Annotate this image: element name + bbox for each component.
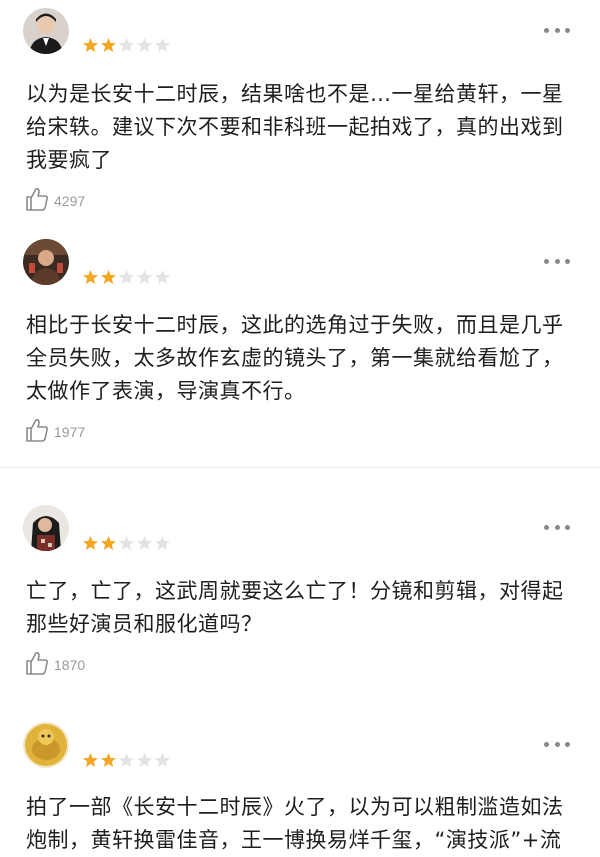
star-empty-icon [119,270,134,284]
avatar[interactable] [23,505,69,551]
star-empty-icon [119,38,134,52]
rating-stars [82,269,171,285]
thumbs-up-icon [25,650,49,680]
thumbs-up-icon [25,186,49,216]
review-text: 亡了，亡了，这武周就要这么亡了！分镜和剪辑，对得起那些好演员和服化道吗？ [26,579,564,636]
star-empty-icon [137,270,152,284]
review-item: 亡了，亡了，这武周就要这么亡了！分镜和剪辑，对得起那些好演员和服化道吗？ 187… [0,468,600,703]
star-empty-icon [155,270,170,284]
review-text: 拍了一部《长安十二时辰》火了，以为可以粗制滥造如法炮制，黄轩换雷佳音，王一博换易… [26,795,564,852]
thumbs-up-icon [25,417,49,447]
more-options-button[interactable] [544,257,570,265]
like-button[interactable]: 1977 [25,419,85,445]
star-empty-icon [137,38,152,52]
like-count: 1870 [54,657,86,673]
avatar[interactable] [23,722,69,768]
star-empty-icon [137,536,152,550]
rating-stars [82,535,171,551]
like-count: 4297 [54,193,86,209]
star-filled-icon [83,270,98,284]
star-filled-icon [83,753,98,767]
star-filled-icon [101,753,116,767]
review-item: 拍了一部《长安十二时辰》火了，以为可以粗制滥造如法炮制，黄轩换雷佳音，王一博换易… [0,703,600,852]
review-item: 以为是长安十二时辰，结果啥也不是…一星给黄轩，一星给宋轶。建议下次不要和非科班一… [0,0,600,235]
more-options-button[interactable] [544,523,570,531]
avatar[interactable] [23,239,69,285]
star-filled-icon [101,38,116,52]
star-empty-icon [119,536,134,550]
star-filled-icon [101,536,116,550]
review-text: 以为是长安十二时辰，结果啥也不是…一星给黄轩，一星给宋轶。建议下次不要和非科班一… [26,82,564,172]
like-button[interactable]: 1870 [25,652,85,678]
like-button[interactable]: 4297 [25,188,85,214]
avatar[interactable] [23,8,69,54]
like-count: 1977 [54,424,86,440]
rating-stars [82,752,171,768]
star-empty-icon [155,536,170,550]
review-item: 相比于长安十二时辰，这此的选角过于失败，而且是几乎全员失败，太多故作玄虚的镜头了… [0,235,600,467]
review-text: 相比于长安十二时辰，这此的选角过于失败，而且是几乎全员失败，太多故作玄虚的镜头了… [26,313,564,403]
star-filled-icon [101,270,116,284]
star-filled-icon [83,38,98,52]
star-empty-icon [119,753,134,767]
rating-stars [82,37,171,53]
star-empty-icon [137,753,152,767]
star-filled-icon [83,536,98,550]
star-empty-icon [155,38,170,52]
more-options-button[interactable] [544,26,570,34]
more-options-button[interactable] [544,740,570,748]
star-empty-icon [155,753,170,767]
